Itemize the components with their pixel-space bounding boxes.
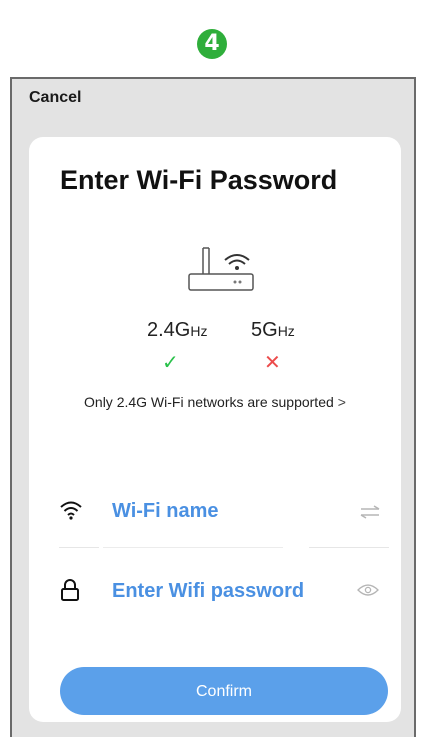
cross-icon: ✕ <box>264 352 281 374</box>
phone-screen: Cancel Enter Wi-Fi Password 2.4GHz 5GHz … <box>10 77 416 737</box>
divider <box>309 547 389 548</box>
band-2-4ghz: 2.4GHz <box>147 319 207 342</box>
password-field[interactable]: Enter Wifi password <box>112 580 304 603</box>
check-icon: ✓ <box>162 352 179 374</box>
band-2-4ghz-label: 2.4G <box>147 319 191 341</box>
cancel-button[interactable]: Cancel <box>29 89 81 107</box>
band-2-4ghz-unit: Hz <box>190 323 208 339</box>
switch-network-icon[interactable] <box>359 505 381 519</box>
divider <box>103 547 283 548</box>
router-icon <box>188 247 254 291</box>
step-badge: 4 <box>197 29 227 59</box>
supported-networks-text: Only 2.4G Wi-Fi networks are supported <box>84 394 334 410</box>
supported-networks-link[interactable]: Only 2.4G Wi-Fi networks are supported > <box>29 394 401 410</box>
chevron-right-icon: > <box>337 394 346 410</box>
band-5ghz: 5GHz <box>251 319 295 342</box>
divider <box>59 547 99 548</box>
page-title: Enter Wi-Fi Password <box>60 165 338 195</box>
lock-icon <box>61 579 79 601</box>
eye-icon[interactable] <box>357 583 379 597</box>
confirm-button[interactable]: Confirm <box>60 667 388 715</box>
band-5ghz-label: 5G <box>251 319 278 341</box>
wifi-name-field[interactable]: Wi-Fi name <box>112 500 219 523</box>
wifi-password-card: Enter Wi-Fi Password 2.4GHz 5GHz ✓ ✕ Onl… <box>29 137 401 722</box>
wifi-icon <box>60 501 82 520</box>
band-5ghz-unit: Hz <box>277 323 295 339</box>
